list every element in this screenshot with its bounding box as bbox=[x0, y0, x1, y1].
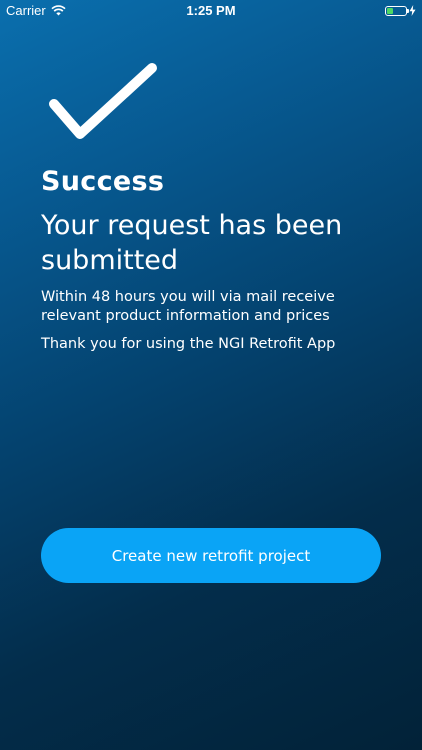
clock: 1:25 PM bbox=[186, 3, 236, 18]
battery-indicator bbox=[385, 5, 416, 16]
lightning-bolt-icon bbox=[409, 5, 416, 16]
checkmark-icon bbox=[49, 63, 157, 139]
status-bar: Carrier 1:25 PM bbox=[0, 0, 422, 22]
create-new-project-button[interactable]: Create new retrofit project bbox=[41, 528, 381, 583]
battery-icon bbox=[385, 5, 409, 16]
success-title: Success bbox=[41, 166, 165, 197]
battery-level bbox=[387, 7, 393, 14]
submission-message: Your request has been submitted bbox=[41, 210, 343, 276]
success-screen: Carrier 1:25 PM Success Your request has… bbox=[0, 0, 422, 750]
info-text: Within 48 hours you will via mail receiv… bbox=[41, 289, 335, 324]
thank-you-text: Thank you for using the NGI Retrofit App bbox=[41, 336, 336, 352]
